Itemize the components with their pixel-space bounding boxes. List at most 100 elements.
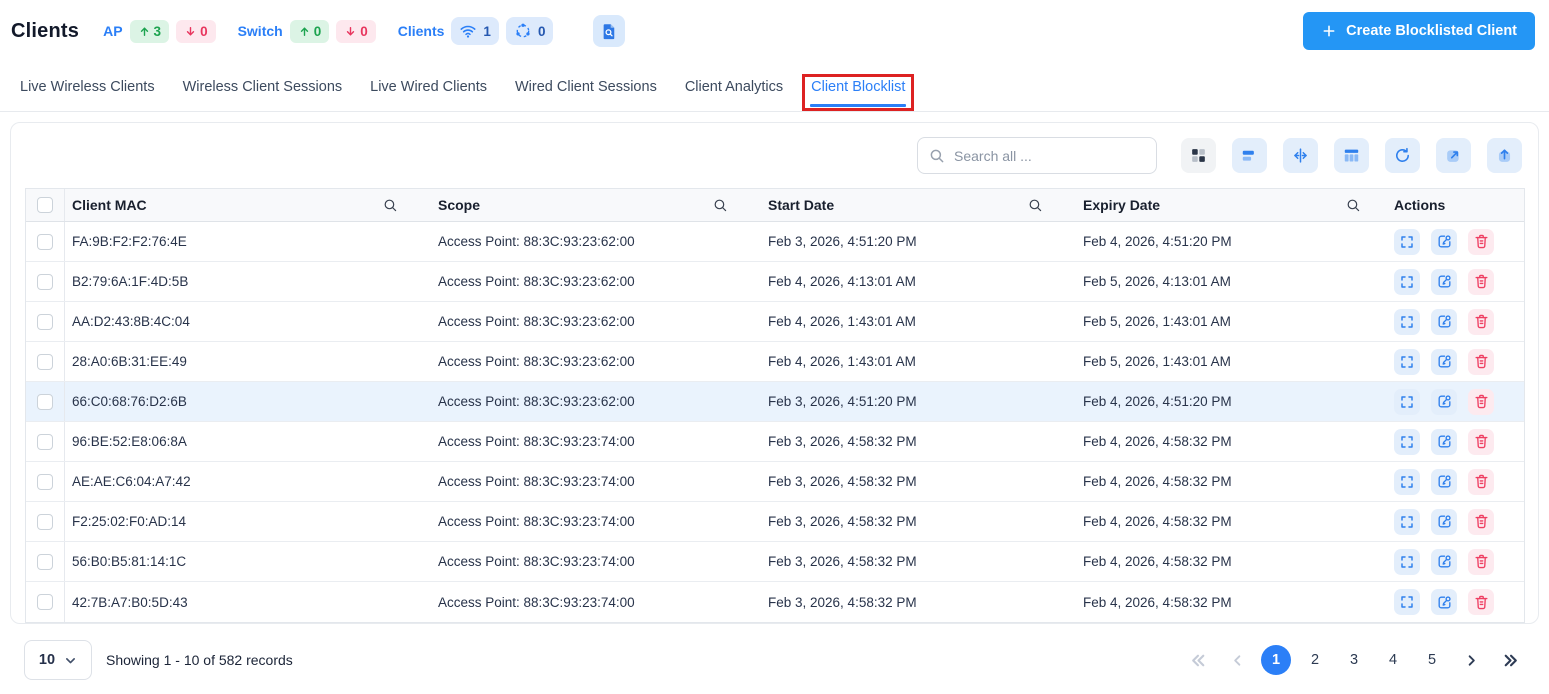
trash-icon [1475, 514, 1487, 529]
tiles-view-button[interactable] [1181, 138, 1216, 173]
delete-row-button[interactable] [1468, 348, 1494, 375]
switch-label[interactable]: Switch [238, 23, 283, 39]
edit-row-button[interactable] [1431, 348, 1457, 375]
row-actions-cell [1386, 342, 1524, 381]
ap-up-badge[interactable]: 3 [129, 19, 170, 43]
expand-row-button[interactable] [1394, 548, 1420, 575]
client-mac-cell: 96:BE:52:E8:06:8A [72, 434, 187, 449]
table-row: 66:C0:68:76:D2:6B Access Point: 88:3C:93… [26, 382, 1524, 422]
delete-row-button[interactable] [1468, 428, 1494, 455]
search-input[interactable] [954, 147, 1146, 164]
row-actions-cell [1386, 262, 1524, 301]
page-number-button[interactable]: 1 [1261, 645, 1291, 675]
tab-live-wireless-clients[interactable]: Live Wireless Clients [19, 62, 156, 111]
column-search-icon[interactable] [1027, 197, 1044, 214]
tab-live-wired-clients[interactable]: Live Wired Clients [369, 62, 488, 111]
fit-columns-button[interactable] [1283, 138, 1318, 173]
delete-row-button[interactable] [1468, 468, 1494, 495]
delete-row-button[interactable] [1468, 268, 1494, 295]
expand-row-button[interactable] [1394, 348, 1420, 375]
edit-row-button[interactable] [1431, 508, 1457, 535]
refresh-button[interactable] [1385, 138, 1420, 173]
row-checkbox[interactable] [37, 553, 53, 570]
page-number-button[interactable]: 3 [1339, 645, 1369, 675]
row-checkbox[interactable] [37, 433, 53, 450]
edit-row-button[interactable] [1431, 468, 1457, 495]
row-checkbox[interactable] [37, 594, 53, 610]
delete-row-button[interactable] [1468, 589, 1494, 615]
column-search-icon[interactable] [1345, 197, 1362, 214]
trash-icon [1475, 314, 1487, 329]
client-search-shortcut-button[interactable] [593, 15, 626, 47]
row-checkbox[interactable] [37, 273, 53, 290]
row-checkbox[interactable] [37, 313, 53, 330]
expand-row-button[interactable] [1394, 508, 1420, 535]
row-checkbox[interactable] [37, 353, 53, 370]
edit-row-button[interactable] [1431, 428, 1457, 455]
create-button-label: Create Blocklisted Client [1346, 23, 1517, 39]
page-number-button[interactable]: 4 [1378, 645, 1408, 675]
row-checkbox[interactable] [37, 393, 53, 410]
list-view-button[interactable] [1232, 138, 1267, 173]
row-checkbox[interactable] [37, 513, 53, 530]
wireless-clients-badge[interactable]: 1 [451, 17, 499, 45]
column-header-scope[interactable]: Scope [423, 189, 753, 221]
delete-row-button[interactable] [1468, 508, 1494, 535]
next-page-button[interactable] [1456, 645, 1486, 675]
column-header-start-date[interactable]: Start Date [753, 189, 1068, 221]
last-page-button[interactable] [1495, 645, 1525, 675]
delete-row-button[interactable] [1468, 308, 1494, 335]
delete-row-button[interactable] [1468, 388, 1494, 415]
expand-row-button[interactable] [1394, 468, 1420, 495]
wifi-icon [460, 25, 476, 38]
page-size-select[interactable]: 10 [24, 640, 92, 680]
tab-wired-client-sessions[interactable]: Wired Client Sessions [514, 62, 658, 111]
ap-down-badge[interactable]: 0 [176, 19, 216, 43]
column-search-icon[interactable] [382, 197, 399, 214]
edit-row-button[interactable] [1431, 548, 1457, 575]
expand-row-button[interactable] [1394, 308, 1420, 335]
switch-up-badge[interactable]: 0 [289, 19, 330, 43]
column-header-expiry-date[interactable]: Expiry Date [1068, 189, 1386, 221]
tab-client-blocklist[interactable]: Client Blocklist [802, 62, 915, 111]
expand-row-button[interactable] [1394, 228, 1420, 255]
switch-down-badge[interactable]: 0 [336, 19, 376, 43]
ap-label[interactable]: AP [103, 23, 122, 39]
mesh-clients-badge[interactable]: 0 [505, 17, 554, 45]
select-all-checkbox[interactable] [37, 197, 53, 213]
row-checkbox[interactable] [37, 233, 53, 250]
manage-columns-button[interactable] [1334, 138, 1369, 173]
expand-row-button[interactable] [1394, 268, 1420, 295]
export-button[interactable] [1487, 138, 1522, 173]
page-number-button[interactable]: 2 [1300, 645, 1330, 675]
edit-row-button[interactable] [1431, 388, 1457, 415]
page-number-button[interactable]: 5 [1417, 645, 1447, 675]
edit-row-button[interactable] [1431, 308, 1457, 335]
start-date-cell: Feb 3, 2026, 4:58:32 PM [768, 434, 917, 449]
document-search-icon [603, 23, 615, 39]
open-expand-button[interactable] [1436, 138, 1471, 173]
edit-row-button[interactable] [1431, 589, 1457, 615]
row-checkbox[interactable] [37, 473, 53, 490]
delete-row-button[interactable] [1468, 228, 1494, 255]
row-actions-cell [1386, 502, 1524, 541]
delete-row-button[interactable] [1468, 548, 1494, 575]
start-date-cell: Feb 4, 2026, 1:43:01 AM [768, 314, 916, 329]
expand-row-button[interactable] [1394, 428, 1420, 455]
tab-wireless-client-sessions[interactable]: Wireless Client Sessions [182, 62, 344, 111]
column-label: Start Date [768, 197, 835, 213]
prev-page-button[interactable] [1222, 645, 1252, 675]
column-search-icon[interactable] [712, 197, 729, 214]
trash-icon [1475, 394, 1487, 409]
clients-label[interactable]: Clients [398, 23, 445, 39]
client-mac-cell: F2:25:02:F0:AD:14 [72, 514, 187, 529]
expand-row-button[interactable] [1394, 388, 1420, 415]
refresh-icon [1396, 147, 1409, 162]
create-blocklisted-client-button[interactable]: Create Blocklisted Client [1303, 12, 1535, 50]
tab-client-analytics[interactable]: Client Analytics [684, 62, 784, 111]
edit-row-button[interactable] [1431, 268, 1457, 295]
edit-row-button[interactable] [1431, 228, 1457, 255]
expand-row-button[interactable] [1394, 589, 1420, 615]
first-page-button[interactable] [1183, 645, 1213, 675]
column-header-client-mac[interactable]: Client MAC [65, 189, 423, 221]
